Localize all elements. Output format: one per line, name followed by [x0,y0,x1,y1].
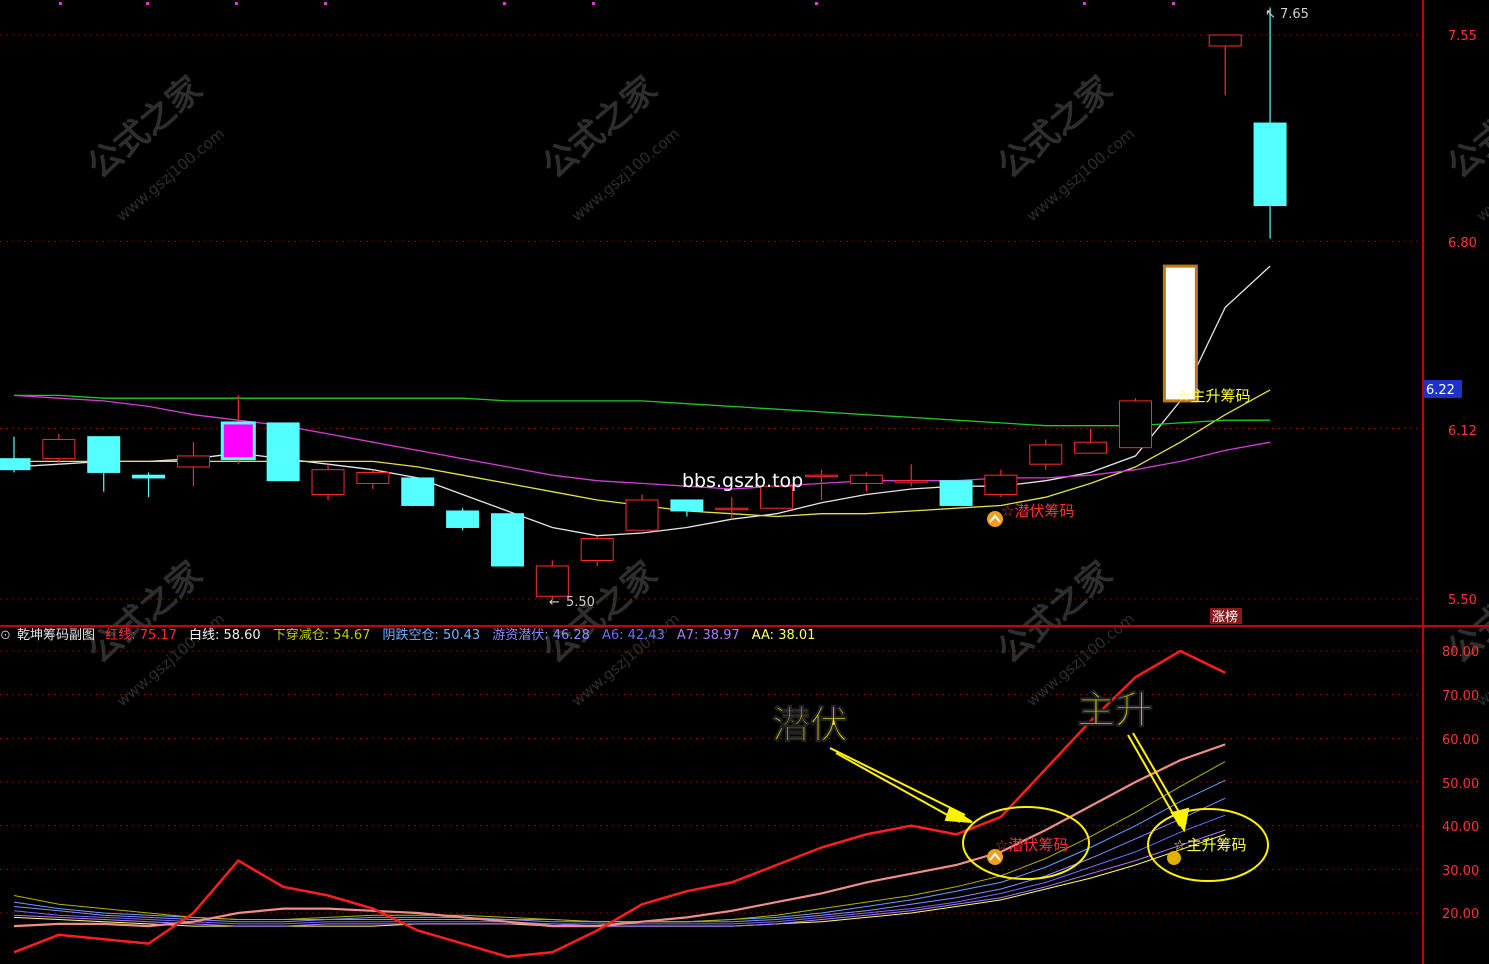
price-label-680: 6.80 [1448,236,1477,251]
legend-item: A7: 38.97 [677,628,746,643]
candle-body [580,537,614,561]
candle-body [939,480,973,506]
candle-body [984,474,1018,495]
price-label-755: 7.55 [1448,29,1477,44]
legend-value: 46.28 [548,628,590,643]
candle-body [894,480,928,483]
ind-label-70: 70.00 [1442,689,1479,704]
current-price-label: 6.22 [1426,383,1455,398]
candle-body [42,438,76,460]
legend-label: 红线: [105,628,136,643]
ind-label-60: 60.00 [1442,733,1479,748]
candle-body [849,474,883,484]
chart-canvas: 公式之家www.gszj100.com 公式之家www.gszj100.com 公式… [0,0,1489,964]
top-marker [1172,2,1175,5]
legend-label: A6: [601,628,624,643]
candle-body [0,458,31,471]
legend-value: 50.43 [438,628,481,643]
top-marker [324,2,327,5]
candle-body [176,455,210,468]
candle-body [132,474,166,479]
price-label-550: 5.50 [1448,593,1477,608]
top-marker [592,2,595,5]
candle-body [535,565,569,597]
candle-body [1253,122,1287,207]
candle-body [1074,441,1108,454]
high-price-label: 7.65 [1280,7,1309,22]
candle-body [220,421,256,461]
legend-value: 54.67 [329,628,371,643]
top-marker [815,2,818,5]
candle-body [1208,34,1242,47]
top-marker [146,2,149,5]
candle-body [670,499,704,512]
candle-body [87,436,121,473]
legend-value: 75.17 [135,628,177,643]
candle-body [356,471,390,484]
legend-item: 红线: 75.17 [105,628,183,643]
legend-item: 阴跌空仓: 50.43 [382,628,486,643]
legend-item: AA: 38.01 [752,628,822,643]
candle-body [715,507,749,511]
zhangbang-label: 涨榜 [1212,609,1238,625]
watermark-logo: 公式之家 [1440,69,1489,187]
legend-value: 38.97 [698,628,740,643]
high-arrow-icon: ↖ [1265,7,1276,22]
ind-label-20: 20.00 [1442,907,1479,922]
low-arrow-icon: ← [549,595,560,610]
top-marker [503,2,506,5]
indicator-name[interactable]: 乾坤筹码副图 [17,628,95,643]
legend-label: 白线: [188,628,220,643]
legend-item: A6: 42.43 [602,628,671,643]
legend-items: 红线: 75.17 白线: 58.60 下穿减仓: 54.67 阴跌空仓: 50.43… [105,628,827,643]
top-marker [59,2,62,5]
legend-label: 下穿减仓: [272,628,330,643]
indicator-legend: ⊙ 乾坤筹码副图 红线: 75.17 白线: 58.60 下穿减仓: 54.67 阴跌… [0,626,833,646]
ind-label-50: 50.00 [1442,777,1479,792]
candle-body [401,477,435,506]
ind-label-80: 80.00 [1442,645,1479,660]
legend-value: 58.60 [219,628,261,643]
collapse-icon[interactable]: ⊙ [0,628,11,643]
legend-item: 下穿减仓: 54.67 [273,628,377,643]
candle-body [1162,264,1198,403]
price-axis-labels: 7.55 6.80 6.12 5.50 [1448,29,1477,608]
annotation-zhusheng: 主升 [1077,688,1153,732]
ma-line-3 [14,394,1271,427]
legend-value: 38.01 [774,628,816,643]
top-marker [1083,2,1086,5]
low-price-label: 5.50 [566,595,595,610]
ind-zhusheng-label: ☆主升筹码 [1173,836,1246,854]
legend-label: 游资潜伏: [492,628,549,643]
legend-value: 42.43 [623,628,665,643]
legend-label: A7: [676,628,699,643]
site-watermark: bbs.gszb.top [682,470,803,492]
ind-label-30: 30.00 [1442,864,1479,879]
ind-label-40: 40.00 [1442,820,1479,835]
candle-body [446,510,480,528]
candle-body [490,513,524,567]
legend-item: 游资潜伏: 46.28 [492,628,596,643]
ind-qianfu-label: ☆潜伏筹码 [995,836,1068,854]
candle-body [266,422,300,482]
qianfu-signal-label: ☆潜伏筹码 [1001,502,1074,520]
price-label-612: 6.12 [1448,424,1477,439]
indicator-line-4 [13,797,1226,923]
legend-item: 白线: 58.60 [189,628,267,643]
candle-body [1119,400,1152,449]
candle-body [1029,444,1063,465]
indicator-axis-labels: 80.00 70.00 60.00 50.00 40.00 30.00 20.0… [1442,645,1479,922]
candle-body [804,474,838,478]
candle-body [625,499,659,531]
top-marker [235,2,238,5]
legend-label: 阴跌空仓: [382,628,439,643]
candle-body [311,469,345,495]
zhusheng-signal-label: ☆主升筹码 [1177,387,1250,405]
legend-label: AA: [751,628,775,643]
annotation-qianfu: 潜伏 [772,703,848,747]
